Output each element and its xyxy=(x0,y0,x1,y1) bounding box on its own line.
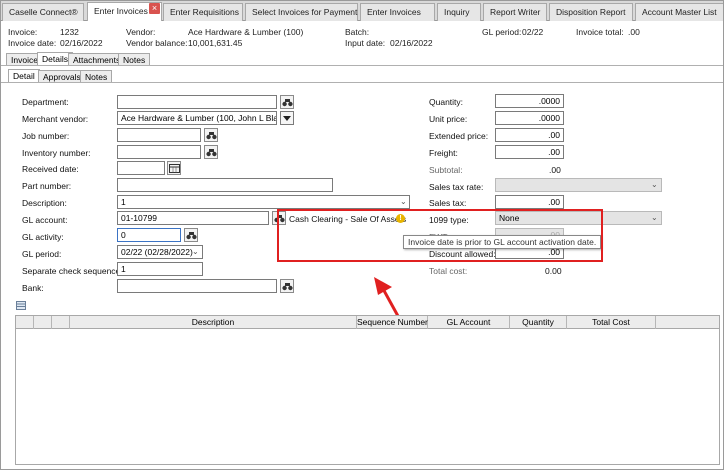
total-cost-label: Total cost: xyxy=(429,266,468,276)
input-date-label: Input date: xyxy=(345,38,386,48)
sales-tax-rate-select[interactable] xyxy=(495,178,662,192)
gl-period-chevron-icon[interactable]: ⌄ xyxy=(192,247,199,256)
freight-input[interactable]: .00 xyxy=(495,145,564,159)
input-date-value: 02/16/2022 xyxy=(390,38,433,48)
subtotal-label: Subtotal: xyxy=(429,165,463,175)
gl-activity-input[interactable]: 0 xyxy=(117,228,181,242)
invoice-value: 1232 xyxy=(60,27,79,37)
grid-col-quantity[interactable]: Quantity xyxy=(510,316,567,329)
tab-report-writer[interactable]: Report Writer xyxy=(483,3,547,21)
unit-price-label: Unit price: xyxy=(429,114,468,124)
merchant-vendor-input[interactable]: Ace Hardware & Lumber (100, John L Blair… xyxy=(117,111,277,125)
grid-col-gl-account[interactable]: GL Account xyxy=(428,316,510,329)
close-tab-icon[interactable]: × xyxy=(149,3,160,14)
grid-col-description[interactable]: Description xyxy=(70,316,357,329)
vendor-balance-label: Vendor balance: xyxy=(126,38,188,48)
bank-lookup-icon[interactable] xyxy=(280,279,294,293)
inventory-number-input[interactable] xyxy=(117,145,201,159)
job-number-input[interactable] xyxy=(117,128,201,142)
bank-input[interactable] xyxy=(117,279,277,293)
tab-select-invoices[interactable]: Select Invoices for Payment xyxy=(245,3,358,21)
job-number-lookup-icon[interactable] xyxy=(204,128,218,142)
calendar-icon[interactable] xyxy=(167,161,181,175)
quantity-label: Quantity: xyxy=(429,97,464,107)
department-input[interactable] xyxy=(117,95,277,109)
extended-price-input[interactable]: .00 xyxy=(495,128,564,142)
unit-price-input[interactable]: .0000 xyxy=(495,111,564,125)
sales-tax-rate-chevron-icon[interactable]: ⌄ xyxy=(651,180,658,189)
tab-inquiry[interactable]: Inquiry xyxy=(437,3,481,21)
received-date-label: Received date: xyxy=(22,164,79,174)
gl-period-header-label: GL period: xyxy=(482,27,522,37)
vendor-label: Vendor: xyxy=(126,27,156,37)
sales-tax-label: Sales tax: xyxy=(429,198,467,208)
type-1099-chevron-icon[interactable]: ⌄ xyxy=(651,213,658,222)
grid-col-blank-1 xyxy=(34,316,52,329)
gl-activity-lookup-icon[interactable] xyxy=(184,228,198,242)
vendor-balance-value: 10,001,631.45 xyxy=(188,38,243,48)
separate-check-label: Separate check sequence: xyxy=(22,266,123,276)
sales-tax-input[interactable]: .00 xyxy=(495,195,564,209)
job-number-label: Job number: xyxy=(22,131,70,141)
grid-col-select xyxy=(16,316,34,329)
batch-label: Batch: xyxy=(345,27,370,37)
invoice-date-label: Invoice date: xyxy=(8,38,57,48)
grid-col-blank-2 xyxy=(52,316,70,329)
department-label: Department: xyxy=(22,97,69,107)
grid-col-total-cost[interactable]: Total Cost xyxy=(567,316,656,329)
gl-period-label: GL period: xyxy=(22,249,62,259)
tab-label: Enter Invoices xyxy=(94,6,148,16)
subtotal-value: .00 xyxy=(549,165,561,175)
gl-account-input[interactable]: 01-10799 xyxy=(117,211,269,225)
grid-body xyxy=(15,329,720,465)
received-date-input[interactable] xyxy=(117,161,165,175)
tab-enter-requisitions[interactable]: Enter Requisitions xyxy=(163,3,243,21)
invoice-total-label: Invoice total: xyxy=(576,27,624,37)
detail-tab-divider xyxy=(0,82,724,83)
grid-col-sequence-number[interactable]: Sequence Number xyxy=(357,316,428,329)
separate-check-input[interactable]: 1 xyxy=(117,262,203,276)
description-chevron-icon[interactable]: ⌄ xyxy=(400,197,407,206)
invoice-label: Invoice: xyxy=(8,27,38,37)
quantity-input[interactable]: .0000 xyxy=(495,94,564,108)
inventory-lookup-icon[interactable] xyxy=(204,145,218,159)
description-label: Description: xyxy=(22,198,67,208)
tab-caselle-connect[interactable]: Caselle Connect® xyxy=(2,3,84,21)
merchant-vendor-label: Merchant vendor: xyxy=(22,114,89,124)
part-number-input[interactable] xyxy=(117,178,333,192)
total-cost-value: 0.00 xyxy=(545,266,562,276)
invoice-date-value: 02/16/2022 xyxy=(60,38,103,48)
highlight-box xyxy=(277,209,603,262)
freight-label: Freight: xyxy=(429,148,458,158)
part-number-label: Part number: xyxy=(22,181,72,191)
bank-label: Bank: xyxy=(22,283,44,293)
grid-header: Description Sequence Number GL Account Q… xyxy=(15,315,720,329)
tab-account-master-list[interactable]: Account Master List xyxy=(635,3,724,21)
sales-tax-rate-label: Sales tax rate: xyxy=(429,182,484,192)
tab-detail[interactable]: Detail xyxy=(8,69,40,83)
merchant-vendor-dropdown-icon[interactable] xyxy=(280,111,294,125)
description-input[interactable]: 1 xyxy=(117,195,410,209)
gl-account-label: GL account: xyxy=(22,215,68,225)
vendor-value: Ace Hardware & Lumber (100) xyxy=(188,27,304,37)
tab-disposition-report[interactable]: Disposition Report xyxy=(549,3,633,21)
gl-activity-label: GL activity: xyxy=(22,232,64,242)
extended-price-label: Extended price: xyxy=(429,131,489,141)
department-lookup-icon[interactable] xyxy=(280,95,294,109)
gl-period-header-value: 02/22 xyxy=(522,27,544,37)
inventory-number-label: Inventory number: xyxy=(22,148,91,158)
grid-options-icon[interactable] xyxy=(16,301,26,310)
tab-enter-invoices-2[interactable]: Enter Invoices xyxy=(360,3,435,21)
invoice-total-value: .00 xyxy=(628,27,640,37)
gl-period-select[interactable]: 02/22 (02/28/2022) xyxy=(117,245,203,259)
main-tab-divider xyxy=(0,65,724,66)
